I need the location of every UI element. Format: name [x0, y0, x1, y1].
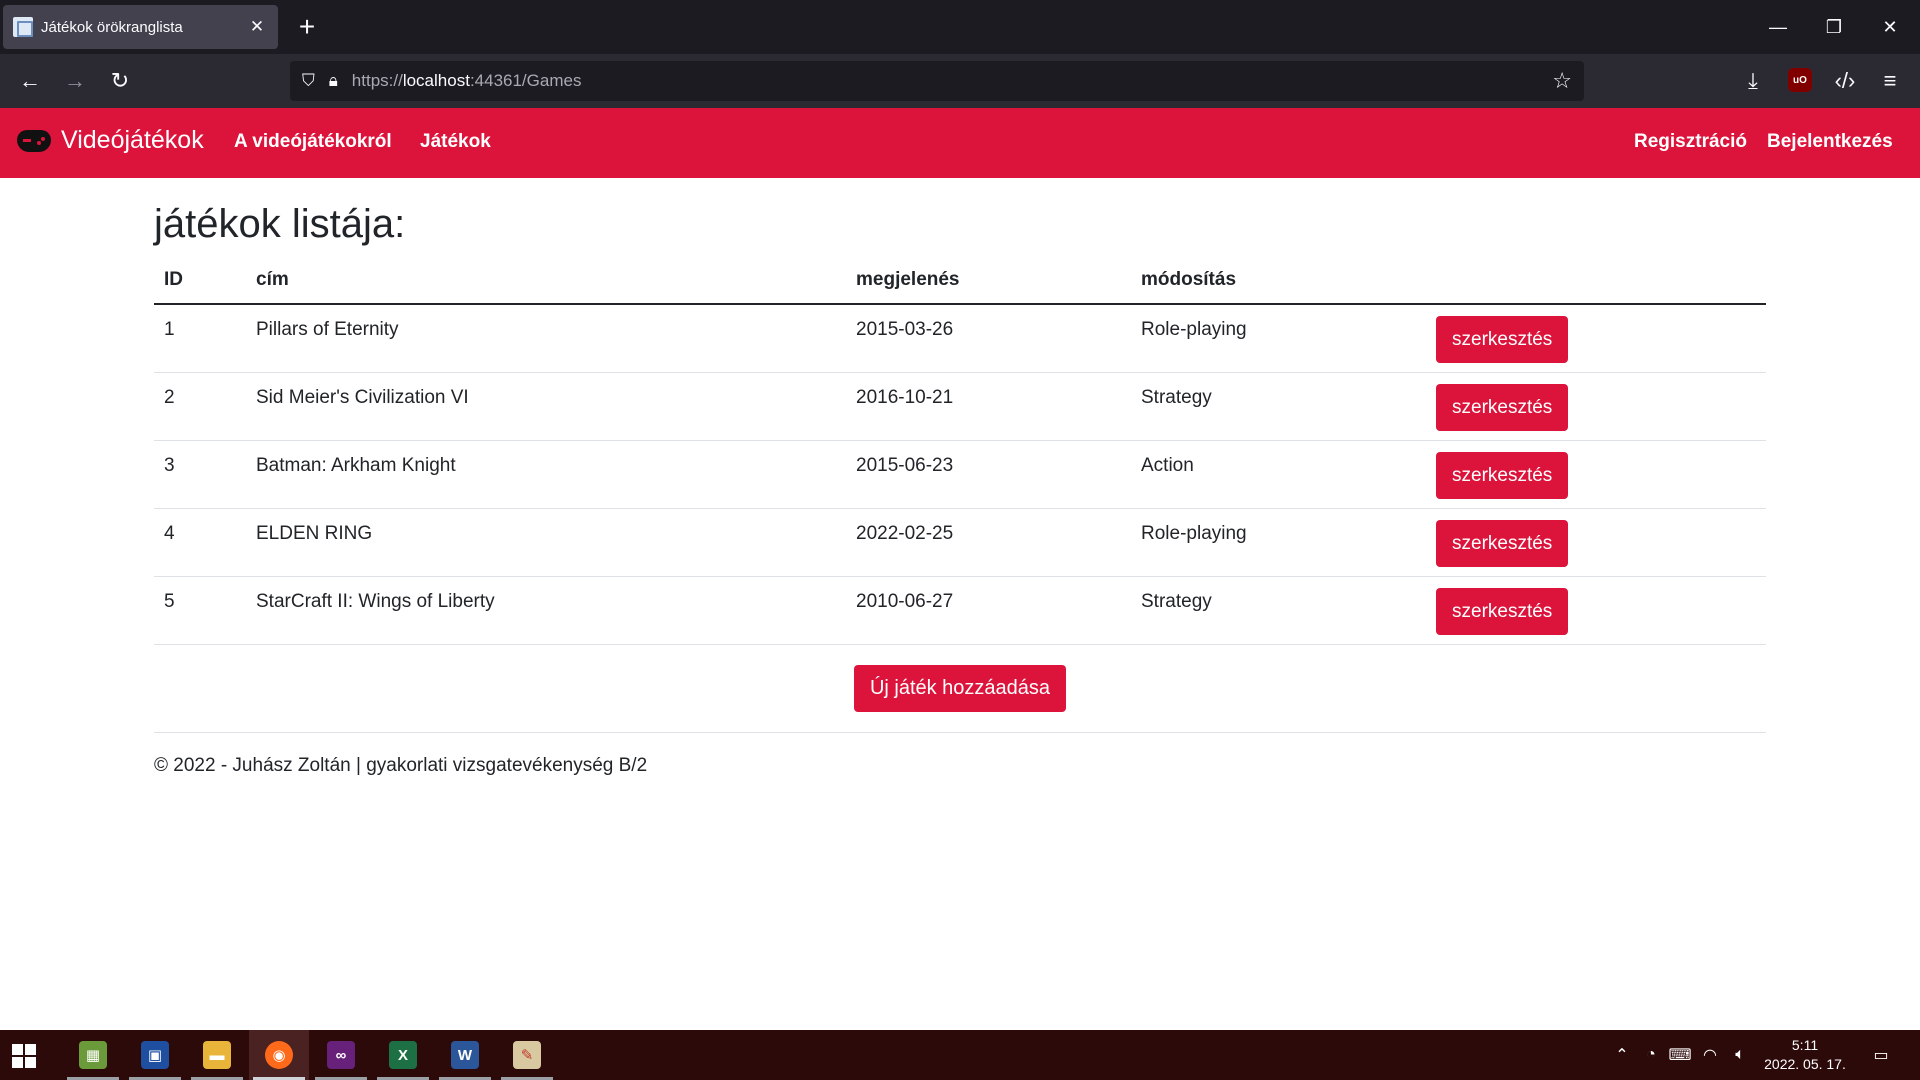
cell-title: StarCraft II: Wings of Liberty: [246, 576, 846, 645]
bookmark-star-icon[interactable]: ☆: [1552, 68, 1572, 94]
cell-id: 1: [154, 304, 246, 373]
cell-title: ELDEN RING: [246, 508, 846, 577]
reload-button[interactable]: ↻: [102, 63, 138, 99]
table-row: 4 ELDEN RING 2022-02-25 Role-playing sze…: [154, 508, 1766, 577]
cell-title: Sid Meier's Civilization VI: [246, 372, 846, 441]
cell-genre: Strategy: [1131, 372, 1426, 441]
cell-actions: szerkesztés: [1426, 440, 1766, 509]
cell-actions: szerkesztés: [1426, 508, 1766, 577]
url-text[interactable]: https://localhost:44361/Games: [352, 71, 582, 91]
close-tab-icon[interactable]: ✕: [246, 17, 268, 37]
table-row: 1 Pillars of Eternity 2015-03-26 Role-pl…: [154, 304, 1766, 373]
windows-start-icon[interactable]: [12, 1044, 36, 1068]
table-header-row: ID cím megjelenés módosítás: [154, 256, 1766, 305]
cell-genre: Strategy: [1131, 576, 1426, 645]
add-game-section: Új játék hozzáadása: [154, 645, 1766, 733]
browser-toolbar: ← → ↻ ⛉ 🔒︎ https://localhost:44361/Games…: [0, 54, 1920, 108]
file-explorer-icon[interactable]: ▬: [187, 1030, 247, 1080]
cell-release: 2022-02-25: [846, 508, 1131, 577]
cell-id: 4: [154, 508, 246, 577]
save-disk-icon[interactable]: ▣: [125, 1030, 185, 1080]
column-header-modify: módosítás: [1131, 256, 1426, 305]
cell-actions: szerkesztés: [1426, 372, 1766, 441]
main-container: játékok listája: ID cím megjelenés módos…: [154, 178, 1766, 777]
cell-release: 2016-10-21: [846, 372, 1131, 441]
cell-genre: Role-playing: [1131, 304, 1426, 373]
cell-title: Batman: Arkham Knight: [246, 440, 846, 509]
edit-button[interactable]: szerkesztés: [1436, 451, 1569, 499]
cell-actions: szerkesztés: [1426, 304, 1766, 373]
page-title: játékok listája:: [154, 202, 406, 246]
system-clock[interactable]: 5:11 2022. 05. 17.: [1752, 1036, 1858, 1074]
add-game-button[interactable]: Új játék hozzáadása: [853, 664, 1067, 712]
restore-button[interactable]: ❐: [1806, 0, 1862, 54]
nav-login-link[interactable]: Bejelentkezés: [1767, 131, 1893, 153]
cell-release: 2015-03-26: [846, 304, 1131, 373]
discord-icon[interactable]: ◔: [1637, 1030, 1665, 1080]
page-icon: [13, 17, 33, 37]
table-row: 5 StarCraft II: Wings of Liberty 2010-06…: [154, 576, 1766, 645]
gamepad-icon: [17, 129, 51, 152]
site-navbar: Videójátékok A videójátékokról Játékok R…: [0, 108, 1920, 178]
table-row: 3 Batman: Arkham Knight 2015-06-23 Actio…: [154, 440, 1766, 509]
download-icon[interactable]: ⤓: [1735, 63, 1771, 99]
cell-release: 2015-06-23: [846, 440, 1131, 509]
new-tab-button[interactable]: +: [290, 10, 324, 44]
back-button[interactable]: ←: [12, 63, 48, 99]
games-table: ID cím megjelenés módosítás 1 Pillars of…: [154, 256, 1766, 645]
wifi-icon[interactable]: ◠: [1696, 1030, 1724, 1080]
paint-icon[interactable]: ✎: [497, 1030, 557, 1080]
close-window-button[interactable]: ✕: [1862, 0, 1918, 54]
cell-id: 5: [154, 576, 246, 645]
cell-actions: szerkesztés: [1426, 576, 1766, 645]
edit-button[interactable]: szerkesztés: [1436, 587, 1569, 635]
edit-button[interactable]: szerkesztés: [1436, 316, 1569, 363]
brand-text: Videójátékok: [61, 126, 204, 154]
lock-icon[interactable]: 🔒︎: [329, 71, 338, 91]
nav-about-link[interactable]: A videójátékokról: [234, 131, 392, 153]
column-header-release: megjelenés: [846, 256, 1131, 305]
cell-title: Pillars of Eternity: [246, 304, 846, 373]
column-header-title: cím: [246, 256, 846, 305]
url-path: :44361/Games: [469, 71, 582, 90]
menu-icon[interactable]: ≡: [1872, 63, 1908, 99]
cell-release: 2010-06-27: [846, 576, 1131, 645]
address-bar[interactable]: ⛉ 🔒︎ https://localhost:44361/Games ☆: [290, 61, 1584, 101]
shield-icon[interactable]: ⛉: [302, 71, 315, 91]
forward-button[interactable]: →: [57, 63, 93, 99]
column-header-actions: [1426, 256, 1766, 305]
visual-studio-icon[interactable]: ∞: [311, 1030, 371, 1080]
word-icon[interactable]: W: [435, 1030, 495, 1080]
edit-button[interactable]: szerkesztés: [1436, 383, 1569, 431]
column-header-id: ID: [154, 256, 246, 305]
dev-tools-icon[interactable]: ‹/›: [1827, 63, 1863, 99]
chevron-up-icon[interactable]: ⌃: [1608, 1030, 1636, 1080]
cell-id: 3: [154, 440, 246, 509]
nav-games-link[interactable]: Játékok: [420, 131, 491, 153]
brand-link[interactable]: Videójátékok: [17, 126, 204, 155]
nav-register-link[interactable]: Regisztráció: [1634, 131, 1747, 153]
minecraft-icon[interactable]: ▦: [63, 1030, 123, 1080]
cell-id: 2: [154, 372, 246, 441]
clock-date: 2022. 05. 17.: [1764, 1056, 1846, 1072]
cell-genre: Action: [1131, 440, 1426, 509]
keyboard-icon[interactable]: ⌨: [1666, 1030, 1694, 1080]
url-host: localhost: [402, 71, 470, 90]
table-row: 2 Sid Meier's Civilization VI 2016-10-21…: [154, 372, 1766, 441]
notification-icon[interactable]: ▭: [1862, 1030, 1900, 1080]
volume-icon[interactable]: 🔈︎: [1726, 1030, 1754, 1080]
ublock-extension-icon[interactable]: uO: [1788, 68, 1812, 92]
firefox-icon[interactable]: ◉: [249, 1030, 309, 1080]
browser-tab[interactable]: Játékok örökranglista ✕: [3, 5, 278, 49]
excel-icon[interactable]: X: [373, 1030, 433, 1080]
minimize-button[interactable]: —: [1750, 0, 1806, 54]
browser-tab-bar: Játékok örökranglista ✕ + — ❐ ✕: [0, 0, 1920, 54]
tab-title: Játékok örökranglista: [41, 18, 183, 36]
edit-button[interactable]: szerkesztés: [1436, 519, 1569, 567]
cell-genre: Role-playing: [1131, 508, 1426, 577]
url-scheme: https://: [351, 71, 403, 90]
page-footer: © 2022 - Juhász Zoltán | gyakorlati vizs…: [154, 754, 648, 776]
clock-time: 5:11: [1791, 1037, 1819, 1053]
windows-taskbar: ▦ ▣ ▬ ◉ ∞ X W ✎ ⌃ ◔ ⌨ ◠ 🔈︎ 5:11 2022. 05…: [0, 1030, 1920, 1080]
